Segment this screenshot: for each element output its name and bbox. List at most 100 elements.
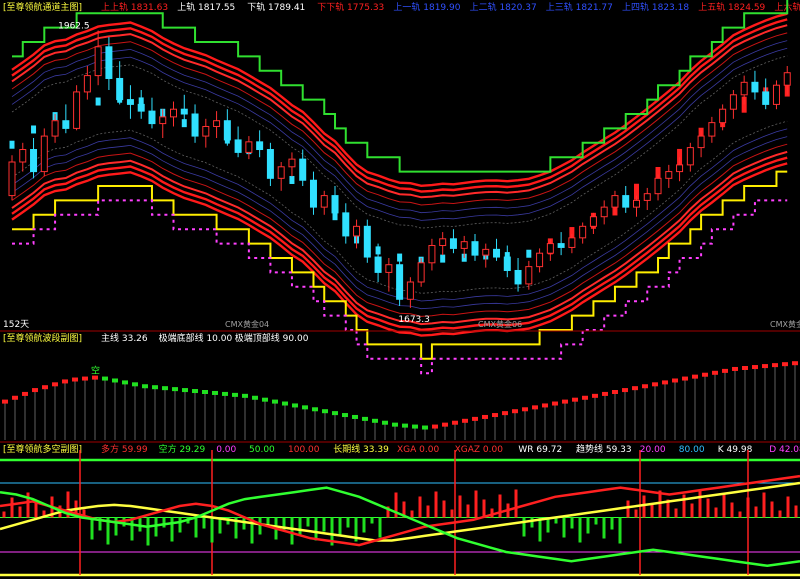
- candle-body: [740, 81, 748, 96]
- candle-body: [309, 179, 317, 208]
- wave-bar: [2, 399, 8, 404]
- indicator-readout: 上二轨 1820.37: [470, 1, 537, 13]
- candle-body: [180, 108, 188, 115]
- candle-body: [105, 46, 113, 79]
- candle-body: [449, 238, 457, 249]
- wave-bar: [112, 378, 118, 383]
- candle-body: [546, 243, 554, 254]
- indicator-readout: 0.00: [216, 445, 236, 455]
- wave-bar: [652, 382, 658, 387]
- wave-bar: [32, 388, 38, 393]
- trend-ribbon-block: [440, 254, 446, 263]
- wave-bar: [62, 379, 68, 384]
- candle-body: [320, 195, 328, 208]
- candle-body: [686, 147, 694, 166]
- wave-bar: [372, 418, 378, 423]
- wave-bar: [402, 423, 408, 428]
- wave-bar: [752, 365, 758, 370]
- wave-bar: [562, 399, 568, 404]
- candle-body: [396, 264, 404, 300]
- wave-bar: [692, 374, 698, 379]
- wave-bar: [282, 401, 288, 406]
- candle-body: [148, 110, 156, 125]
- candle-body: [729, 94, 737, 110]
- candle-body: [611, 195, 619, 208]
- candle-body: [536, 252, 544, 268]
- candle-body: [385, 264, 393, 273]
- candle-body: [589, 216, 597, 227]
- indicator-readout: 80.00: [679, 445, 705, 455]
- indicator-readout: WR 69.72: [518, 445, 562, 455]
- wave-bar: [82, 376, 88, 381]
- candle-body: [234, 139, 242, 153]
- candle-body: [116, 77, 124, 101]
- candle-body: [525, 266, 533, 285]
- candle-body: [406, 281, 414, 300]
- candle-body: [363, 225, 371, 258]
- wave-bar: [262, 397, 268, 402]
- candle-body: [751, 81, 759, 93]
- candle-body: [62, 120, 70, 129]
- wave-bar: [22, 391, 28, 396]
- wave-bar: [422, 425, 428, 430]
- candle-body: [40, 135, 48, 173]
- wave-bar: [212, 390, 218, 395]
- candle-body: [783, 72, 791, 86]
- candle-body: [557, 243, 565, 248]
- wave-bar: [172, 387, 178, 392]
- wave-bar: [222, 391, 228, 396]
- candle-body: [223, 120, 231, 141]
- wave-bar: [742, 366, 748, 370]
- candle-body: [266, 149, 274, 179]
- wave-bar: [672, 378, 678, 383]
- wave-bar: [432, 424, 438, 429]
- indicator-line: [0, 481, 800, 542]
- candle-body: [622, 195, 630, 208]
- candle-body: [51, 120, 59, 137]
- indicator-readout: 上三轨 1821.77: [546, 1, 613, 13]
- candle-body: [772, 84, 780, 105]
- wave-bar: [382, 420, 388, 425]
- wave-bar: [292, 403, 298, 408]
- panel-title: [至尊领航通道主图]: [3, 1, 82, 13]
- indicator-readout: 趋势线 59.33: [576, 443, 632, 455]
- wave-bar: [272, 399, 278, 404]
- wave-subchart-panel: [至尊领航波段副图] 主线 33.26 极端底部线 10.00 极端顶部线 90.00…: [0, 332, 800, 443]
- candle-body: [708, 122, 716, 137]
- wave-bar: [792, 361, 798, 366]
- indicator-readout: 100.00: [288, 445, 320, 455]
- wave-bar: [602, 391, 608, 396]
- candle-body: [514, 269, 522, 285]
- wave-bar: [342, 413, 348, 418]
- wave-bar: [202, 390, 208, 394]
- wave-bar: [592, 393, 598, 398]
- candle-body: [191, 113, 199, 137]
- bull-bear-subchart-panel: [至尊领航多空副图] 多方 59.99 空方 29.29 0.00 50.00 100.0…: [0, 443, 800, 577]
- candle-body: [428, 245, 436, 264]
- wave-bar: [72, 377, 78, 382]
- candle-body: [439, 238, 447, 247]
- wave-bar: [302, 405, 308, 410]
- candle-body: [654, 177, 662, 195]
- candle-body: [579, 225, 587, 239]
- candle-body: [73, 91, 81, 129]
- candle-body: [719, 108, 727, 124]
- wave-marker: 空: [91, 365, 100, 377]
- indicator-readout: 上四轨 1823.18: [622, 1, 689, 13]
- panel-title: [至尊领航多空副图]: [3, 443, 82, 455]
- candle-body: [30, 149, 38, 173]
- wave-bar: [322, 409, 328, 414]
- candle-body: [600, 206, 608, 218]
- wave-bar: [122, 380, 128, 385]
- candle-body: [137, 103, 145, 112]
- indicator-readout: 下下轨 1775.33: [317, 1, 384, 13]
- wave-bar: [492, 413, 498, 418]
- candle-body: [159, 116, 167, 125]
- wave-bar: [552, 401, 558, 406]
- wave-bar: [542, 403, 548, 408]
- indicator-readout: 多方 59.99: [101, 443, 148, 455]
- candle-body: [460, 241, 468, 249]
- wave-bar: [612, 390, 618, 394]
- wave-bar: [682, 376, 688, 381]
- candle-body: [213, 120, 221, 127]
